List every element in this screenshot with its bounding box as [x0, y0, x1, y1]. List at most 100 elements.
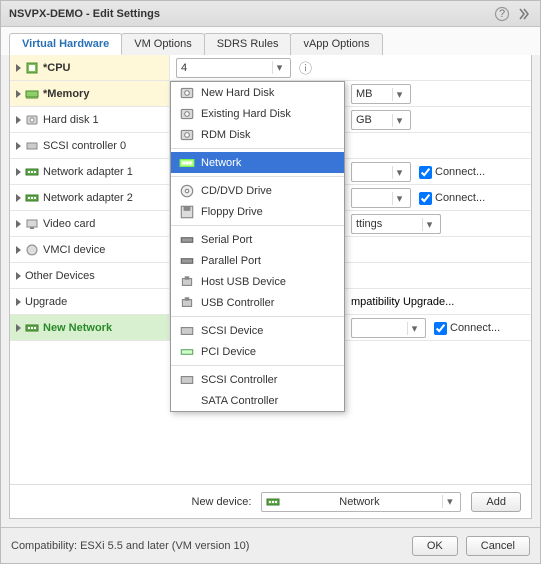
tab-vapp-options[interactable]: vApp Options	[290, 33, 382, 55]
cd-icon	[179, 183, 195, 199]
scsi-icon	[179, 323, 195, 339]
new-device-row: New device: Network▾ Add	[10, 484, 531, 518]
fd-icon	[179, 204, 195, 220]
new-device-menu[interactable]: New Hard DiskExisting Hard DiskRDM Disk N…	[170, 81, 345, 412]
memory-icon	[25, 87, 39, 101]
net-icon	[179, 155, 195, 171]
cpu-count-select[interactable]: 4▾	[176, 58, 291, 78]
expand-icon[interactable]	[16, 298, 21, 306]
menu-item-parallel-port[interactable]: Parallel Port	[171, 250, 344, 271]
net2-select[interactable]: ▾	[351, 188, 411, 208]
menu-item-network[interactable]: Network	[171, 152, 344, 173]
menu-item-new-hard-disk[interactable]: New Hard Disk	[171, 82, 344, 103]
menu-item-existing-hard-disk[interactable]: Existing Hard Disk	[171, 103, 344, 124]
help-icon[interactable]: ?	[494, 6, 510, 22]
tab-bar: Virtual Hardware VM Options SDRS Rules v…	[1, 27, 540, 55]
expand-icon[interactable]	[16, 142, 21, 150]
expand-icon[interactable]	[16, 246, 21, 254]
expand-icon[interactable]	[516, 6, 532, 22]
content-area: *CPU 4▾ ⓘ *Memory Hard disk 1	[9, 55, 532, 519]
newnet-label: New Network	[43, 322, 112, 334]
menu-item-serial-port[interactable]: Serial Port	[171, 229, 344, 250]
new-device-label: New device:	[192, 496, 252, 508]
hd1-label: Hard disk 1	[43, 114, 99, 126]
chevron-down-icon: ▾	[272, 61, 286, 74]
menu-item-floppy-drive[interactable]: Floppy Drive	[171, 201, 344, 222]
network-icon	[25, 191, 39, 205]
net2-connect-checkbox[interactable]: Connect...	[419, 192, 485, 205]
blank-icon	[179, 393, 195, 409]
chevron-down-icon: ▾	[392, 88, 406, 101]
cancel-button[interactable]: Cancel	[466, 536, 530, 556]
upgrade-text: mpatibility Upgrade...	[351, 296, 454, 308]
port-icon	[179, 253, 195, 269]
chevron-down-icon: ▾	[392, 114, 406, 127]
newnet-connect-checkbox[interactable]: Connect...	[434, 322, 500, 335]
menu-item-usb-controller[interactable]: USB Controller	[171, 292, 344, 313]
video-icon	[25, 217, 39, 231]
network-icon	[25, 321, 39, 335]
scsi-label: SCSI controller 0	[43, 140, 126, 152]
port-icon	[179, 232, 195, 248]
vmci-label: VMCI device	[43, 244, 105, 256]
network-icon	[25, 165, 39, 179]
expand-icon[interactable]	[16, 168, 21, 176]
menu-item-cd-dvd-drive[interactable]: CD/DVD Drive	[171, 180, 344, 201]
expand-icon[interactable]	[16, 90, 21, 98]
expand-icon[interactable]	[16, 116, 21, 124]
tab-sdrs-rules[interactable]: SDRS Rules	[204, 33, 292, 55]
menu-item-pci-device[interactable]: PCI Device	[171, 341, 344, 362]
ok-button[interactable]: OK	[412, 536, 458, 556]
compatibility-text: Compatibility: ESXi 5.5 and later (VM ve…	[11, 540, 404, 552]
dialog-header: NSVPX-DEMO - Edit Settings ?	[1, 1, 540, 27]
menu-item-scsi-controller[interactable]: SCSI Controller	[171, 369, 344, 390]
expand-icon[interactable]	[16, 324, 21, 332]
chevron-down-icon: ▾	[442, 495, 456, 508]
memory-label: *Memory	[43, 88, 89, 100]
scsi-icon	[25, 139, 39, 153]
net1-label: Network adapter 1	[43, 166, 133, 178]
page-title: NSVPX-DEMO - Edit Settings	[9, 8, 488, 20]
dialog-footer: Compatibility: ESXi 5.5 and later (VM ve…	[1, 527, 540, 563]
harddisk-icon	[25, 113, 39, 127]
usb-icon	[179, 274, 195, 290]
tab-vm-options[interactable]: VM Options	[121, 33, 204, 55]
cpu-label: *CPU	[43, 62, 71, 74]
net1-connect-checkbox[interactable]: Connect...	[419, 166, 485, 179]
menu-item-host-usb-device[interactable]: Host USB Device	[171, 271, 344, 292]
upgrade-label: Upgrade	[25, 296, 67, 308]
menu-item-scsi-device[interactable]: SCSI Device	[171, 320, 344, 341]
chevron-down-icon: ▾	[392, 192, 406, 205]
chevron-down-icon: ▾	[407, 322, 421, 335]
other-label: Other Devices	[25, 270, 95, 282]
svg-text:?: ?	[499, 8, 505, 20]
vmci-icon	[25, 243, 39, 257]
hd-icon	[179, 127, 195, 143]
new-device-select[interactable]: Network▾	[261, 492, 461, 512]
tab-virtual-hardware[interactable]: Virtual Hardware	[9, 33, 122, 55]
menu-item-rdm-disk[interactable]: RDM Disk	[171, 124, 344, 145]
hd-icon	[179, 85, 195, 101]
hd1-unit-select[interactable]: GB▾	[351, 110, 411, 130]
menu-item-sata-controller[interactable]: SATA Controller	[171, 390, 344, 411]
right-controls: MB▾ GB▾ ▾ Connect... ▾ Connect... ttings…	[345, 55, 531, 341]
expand-icon[interactable]	[16, 64, 21, 72]
chevron-down-icon: ▾	[392, 166, 406, 179]
video-label: Video card	[43, 218, 95, 230]
expand-icon[interactable]	[16, 272, 21, 280]
expand-icon[interactable]	[16, 220, 21, 228]
add-button[interactable]: Add	[471, 492, 521, 512]
hd-icon	[179, 106, 195, 122]
memory-unit-select[interactable]: MB▾	[351, 84, 411, 104]
scsi-icon	[179, 372, 195, 388]
info-icon[interactable]: ⓘ	[299, 58, 312, 77]
net2-label: Network adapter 2	[43, 192, 133, 204]
network-icon	[266, 495, 280, 509]
newnet-select[interactable]: ▾	[351, 318, 426, 338]
cpu-icon	[25, 61, 39, 75]
chevron-down-icon: ▾	[422, 218, 436, 231]
video-settings-select[interactable]: ttings▾	[351, 214, 441, 234]
net1-select[interactable]: ▾	[351, 162, 411, 182]
usb-icon	[179, 295, 195, 311]
expand-icon[interactable]	[16, 194, 21, 202]
